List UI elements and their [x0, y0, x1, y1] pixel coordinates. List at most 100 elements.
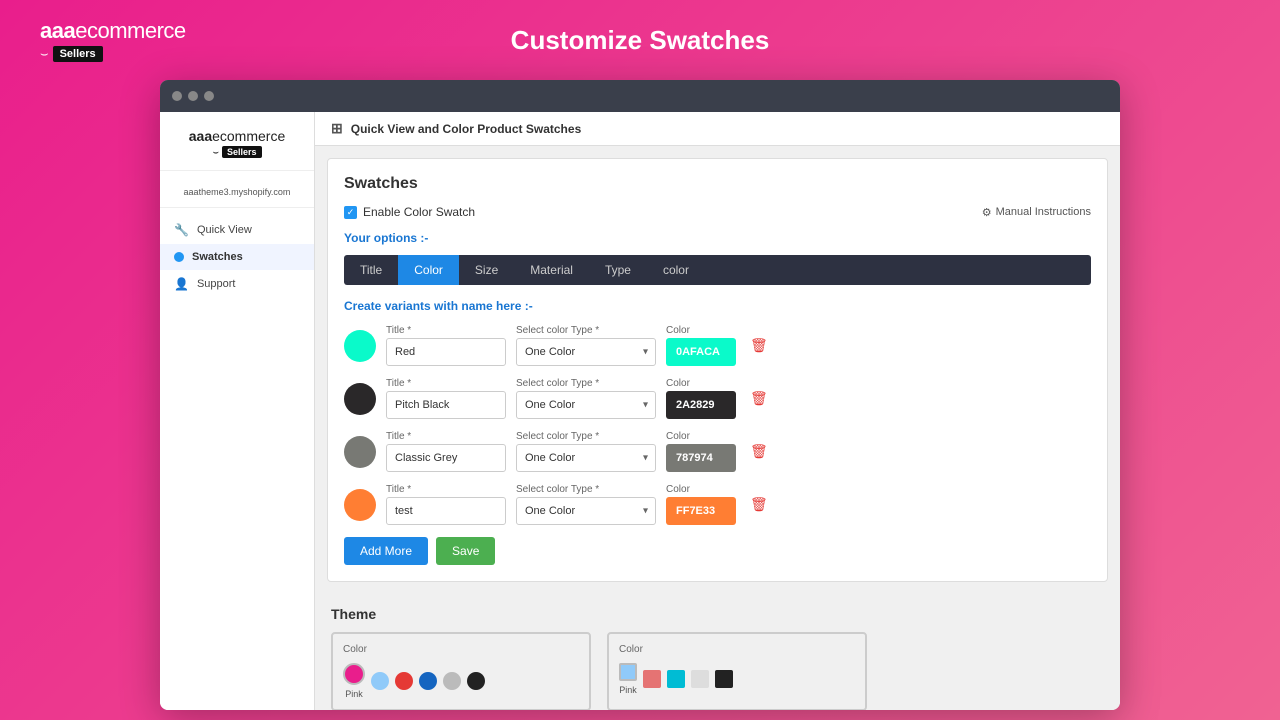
color-row-2: Title * Select color Type * One Color Tw… [344, 378, 1091, 419]
tab-type[interactable]: Type [589, 255, 647, 285]
swatch-red-sq[interactable] [643, 670, 661, 688]
select-color-type-3[interactable]: One Color Two Colors [516, 444, 656, 472]
select-wrapper-3: One Color Two Colors [516, 444, 656, 472]
tab-color[interactable]: Color [398, 255, 459, 285]
field-group-color-3: Color 787974 [666, 431, 736, 472]
sidebar-item-support[interactable]: 👤 Support [160, 270, 314, 298]
swatch-teal-sq[interactable] [667, 670, 685, 688]
app-header: ⊞ Quick View and Color Product Swatches [315, 112, 1120, 146]
manual-instructions-link[interactable]: ⚙ Manual Instructions [982, 206, 1091, 219]
browser-dot-3 [204, 91, 214, 101]
save-button[interactable]: Save [436, 537, 495, 565]
swatch-red[interactable] [395, 672, 413, 690]
enable-checkbox[interactable]: ✓ [344, 206, 357, 219]
field-group-color-2: Color 2A2829 [666, 378, 736, 419]
color-chip-2[interactable]: 2A2829 [666, 391, 736, 419]
theme-card-2-label: Color [619, 644, 855, 655]
tab-title[interactable]: Title [344, 255, 398, 285]
field-group-title-2: Title * [386, 378, 506, 419]
title-input-1[interactable] [386, 338, 506, 366]
sidebar-label-quickview: Quick View [197, 224, 252, 236]
theme-card-1-label: Color [343, 644, 579, 655]
delete-btn-3[interactable]: 🗑 [746, 439, 772, 464]
add-more-button[interactable]: Add More [344, 537, 428, 565]
color-chip-1[interactable]: 0AFACA [666, 338, 736, 366]
title-input-3[interactable] [386, 444, 506, 472]
field-group-title-1: Title * [386, 325, 506, 366]
swatch-black[interactable] [467, 672, 485, 690]
swatch-lightblue-sq[interactable] [619, 663, 637, 681]
delete-btn-4[interactable]: 🗑 [746, 492, 772, 517]
tab-size[interactable]: Size [459, 255, 514, 285]
logo-main: aaaecommerce [40, 18, 186, 44]
tabs-bar: Title Color Size Material Type color [344, 255, 1091, 285]
sidebar-store: aaatheme3.myshopify.com [160, 181, 314, 208]
select-color-type-1[interactable]: One Color Two Colors [516, 338, 656, 366]
top-header: aaaecommerce ⌣ Sellers Customize Swatche… [0, 0, 1280, 80]
field-group-title-3: Title * [386, 431, 506, 472]
happy-sellers-badge: Sellers [53, 46, 103, 62]
select-label-2: Select color Type * [516, 378, 656, 389]
delete-btn-1[interactable]: 🗑 [746, 333, 772, 358]
browser-dot-1 [172, 91, 182, 101]
swatch-black-sq[interactable] [715, 670, 733, 688]
swatch-lightblue[interactable] [371, 672, 389, 690]
logo-smile: ⌣ [40, 46, 49, 62]
select-label-3: Select color Type * [516, 431, 656, 442]
tab-color2[interactable]: color [647, 255, 705, 285]
browser-window: aaaecommerce ⌣ Sellers aaatheme3.myshopi… [160, 80, 1120, 710]
enable-row: ✓ Enable Color Swatch ⚙ Manual Instructi… [344, 205, 1091, 219]
select-color-type-4[interactable]: One Color Two Colors [516, 497, 656, 525]
title-input-2[interactable] [386, 391, 506, 419]
browser-dot-2 [188, 91, 198, 101]
logo-light: ecommerce [75, 18, 185, 43]
swatch-item-pink-2: Pink [619, 663, 637, 695]
sidebar-item-quickview[interactable]: 🔧 Quick View [160, 216, 314, 244]
color-chip-4[interactable]: FF7E33 [666, 497, 736, 525]
color-row-4: Title * Select color Type * One Color Tw… [344, 484, 1091, 525]
sidebar-logo-light: ecommerce [212, 128, 285, 144]
color-label-1: Color [666, 325, 736, 336]
color-row-1: Title * Select color Type * One Color Tw… [344, 325, 1091, 366]
swatch-item-pink: Pink [343, 663, 365, 699]
theme-swatches-1: Pink [343, 663, 579, 699]
title-label-4: Title * [386, 484, 506, 495]
select-color-type-2[interactable]: One Color Two Colors [516, 391, 656, 419]
swatches-panel: Swatches ✓ Enable Color Swatch ⚙ Manual … [327, 158, 1108, 582]
title-label-1: Title * [386, 325, 506, 336]
tab-material[interactable]: Material [514, 255, 589, 285]
swatches-section-title: Swatches [344, 175, 1091, 193]
field-group-title-4: Title * [386, 484, 506, 525]
color-chip-3[interactable]: 787974 [666, 444, 736, 472]
swatch-pink[interactable] [343, 663, 365, 685]
theme-card-2: Color Pink [607, 632, 867, 710]
color-label-4: Color [666, 484, 736, 495]
field-group-select-2: Select color Type * One Color Two Colors [516, 378, 656, 419]
enable-check[interactable]: ✓ Enable Color Swatch [344, 205, 475, 219]
color-preview-1 [344, 330, 376, 362]
gear-icon: ⚙ [982, 206, 992, 219]
title-input-4[interactable] [386, 497, 506, 525]
field-group-color-1: Color 0AFACA [666, 325, 736, 366]
color-preview-3 [344, 436, 376, 468]
color-label-3: Color [666, 431, 736, 442]
field-group-select-3: Select color Type * One Color Two Colors [516, 431, 656, 472]
sidebar-logo-text: aaaecommerce [170, 128, 304, 144]
swatch-grey[interactable] [443, 672, 461, 690]
create-variants-label: Create variants with name here :- [344, 299, 1091, 313]
browser-body: aaaecommerce ⌣ Sellers aaatheme3.myshopi… [160, 112, 1120, 710]
sidebar-item-swatches[interactable]: Swatches [160, 244, 314, 270]
theme-swatches-2: Pink [619, 663, 855, 695]
delete-btn-2[interactable]: 🗑 [746, 386, 772, 411]
grid-icon: ⊞ [331, 120, 343, 137]
sidebar-logo-sub: ⌣ Sellers [170, 146, 304, 158]
field-group-color-4: Color FF7E33 [666, 484, 736, 525]
swatch-white-sq[interactable] [691, 670, 709, 688]
select-label-1: Select color Type * [516, 325, 656, 336]
swatch-blue[interactable] [419, 672, 437, 690]
logo-area: aaaecommerce ⌣ Sellers [40, 18, 186, 62]
select-wrapper-1: One Color Two Colors [516, 338, 656, 366]
logo-sub: ⌣ Sellers [40, 46, 186, 62]
sidebar: aaaecommerce ⌣ Sellers aaatheme3.myshopi… [160, 112, 315, 710]
main-content: ⊞ Quick View and Color Product Swatches … [315, 112, 1120, 710]
